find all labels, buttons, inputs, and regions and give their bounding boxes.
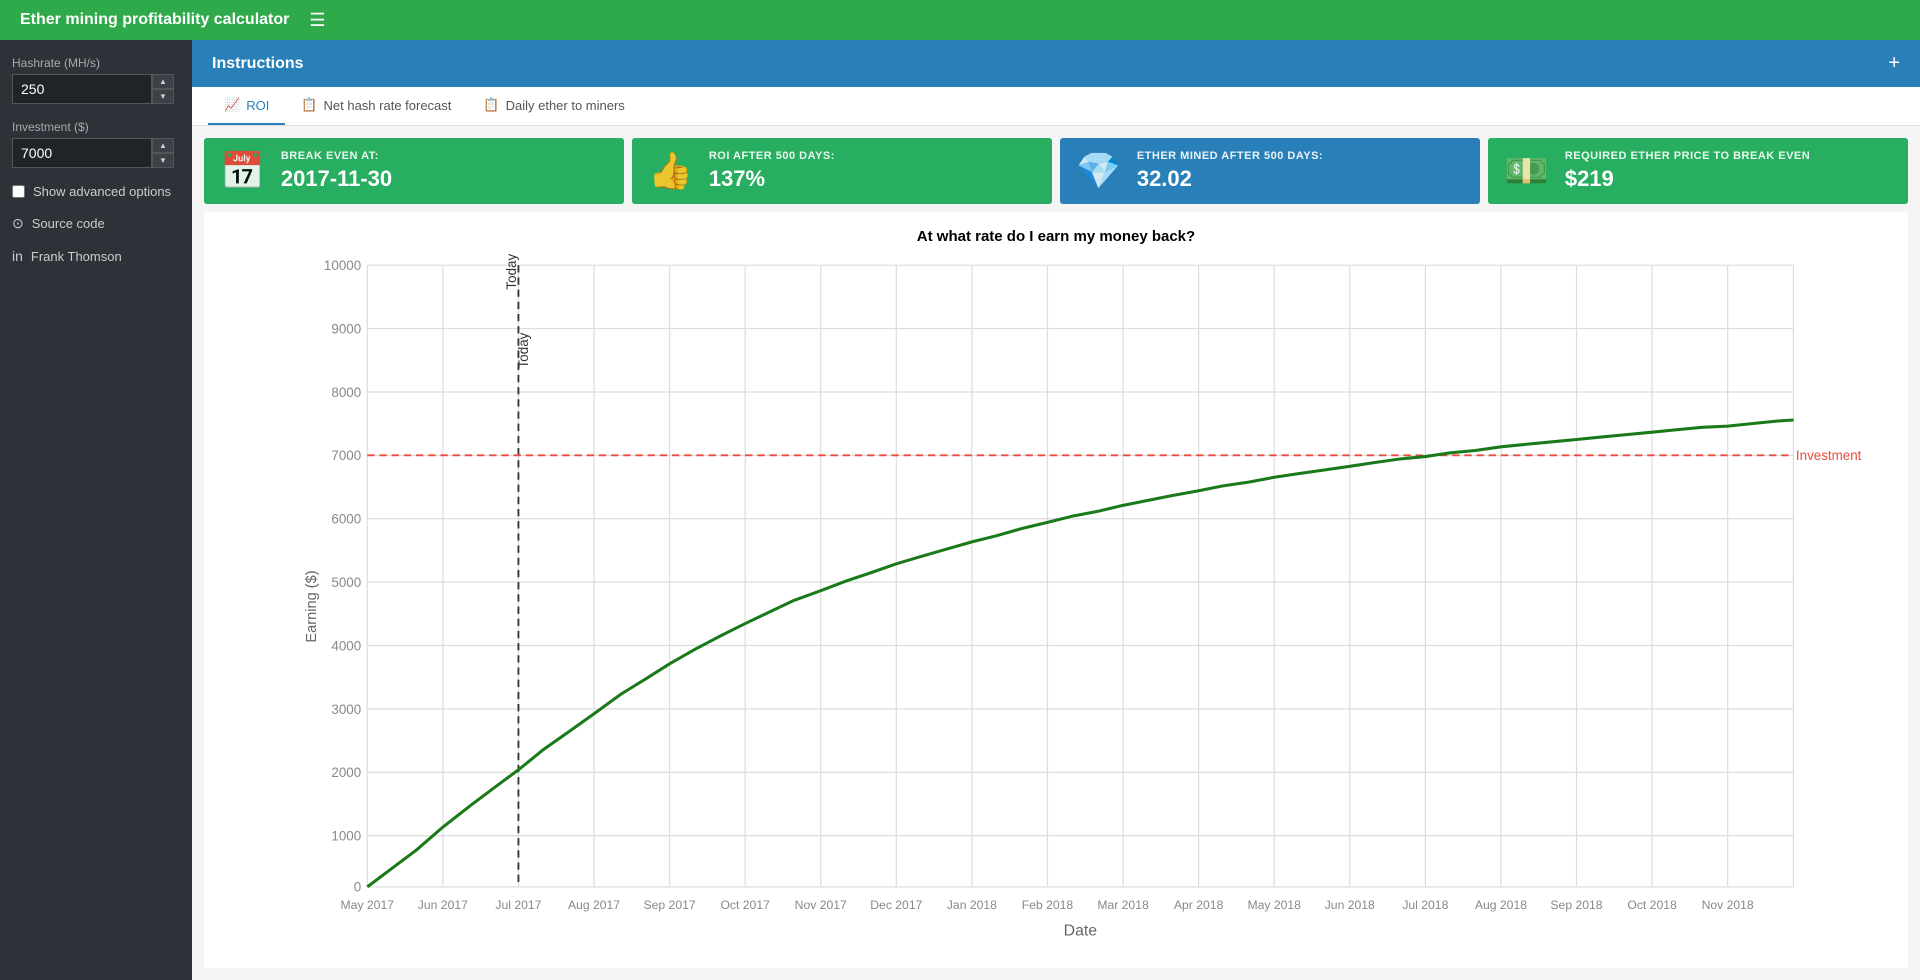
stat-cards: 📅 BREAK EVEN AT: 2017-11-30 👍 ROI AFTER … (192, 126, 1920, 212)
content-area: Instructions + 📈 ROI 📋 Net hash rate for… (192, 40, 1920, 980)
svg-text:Dec 2017: Dec 2017 (870, 898, 922, 912)
hashrate-input-group: ▲ ▼ (12, 74, 180, 104)
chart-title: At what rate do I earn my money back? (212, 228, 1900, 245)
svg-text:Jul 2018: Jul 2018 (1402, 898, 1448, 912)
investment-up-button[interactable]: ▲ (152, 138, 174, 153)
tab-daily[interactable]: 📋 Daily ether to miners (467, 87, 640, 125)
svg-text:Date: Date (1064, 923, 1098, 940)
break-even-value: 2017-11-30 (281, 166, 392, 192)
svg-text:7000: 7000 (331, 448, 361, 463)
sidebar: Hashrate (MH/s) ▲ ▼ Investment ($) ▲ ▼ (0, 40, 192, 980)
svg-text:5000: 5000 (331, 575, 361, 590)
required-price-value: $219 (1565, 166, 1810, 192)
svg-text:10000: 10000 (324, 258, 361, 273)
tab-net-hash[interactable]: 📋 Net hash rate forecast (285, 87, 467, 125)
thumbsup-icon: 👍 (648, 150, 693, 192)
show-advanced-row[interactable]: Show advanced options (12, 184, 180, 199)
ether-mined-label: ETHER MINED AFTER 500 DAYS: (1137, 150, 1323, 162)
svg-text:May 2018: May 2018 (1247, 898, 1301, 912)
investment-spinner: ▲ ▼ (152, 138, 174, 168)
svg-text:Jun 2018: Jun 2018 (1325, 898, 1375, 912)
hashrate-input[interactable] (12, 74, 152, 104)
source-code-link[interactable]: ⊙ Source code (12, 215, 180, 232)
required-price-label: REQUIRED ETHER PRICE TO BREAK EVEN (1565, 150, 1810, 162)
svg-text:Earning ($): Earning ($) (304, 570, 320, 642)
roi-tab-icon: 📈 (224, 97, 240, 113)
topbar: Ether mining profitability calculator ☰ (0, 0, 1920, 40)
svg-text:May 2017: May 2017 (341, 898, 395, 912)
show-advanced-label: Show advanced options (33, 184, 171, 199)
svg-text:Mar 2018: Mar 2018 (1097, 898, 1149, 912)
svg-text:Apr 2018: Apr 2018 (1174, 898, 1224, 912)
daily-tab-icon: 📋 (483, 97, 499, 113)
daily-tab-label: Daily ether to miners (506, 98, 625, 113)
investment-input-group: ▲ ▼ (12, 138, 180, 168)
svg-text:Oct 2017: Oct 2017 (720, 898, 770, 912)
money-icon: 💵 (1504, 150, 1549, 192)
investment-label: Investment ($) (12, 120, 180, 134)
roi-label: ROI AFTER 500 DAYS: (709, 150, 835, 162)
hashrate-label: Hashrate (MH/s) (12, 56, 180, 70)
instructions-bar: Instructions + (192, 40, 1920, 87)
svg-text:6000: 6000 (331, 512, 361, 527)
svg-text:Jul 2017: Jul 2017 (495, 898, 541, 912)
svg-text:1000: 1000 (331, 829, 361, 844)
chart-container: At what rate do I earn my money back? Ea… (204, 212, 1908, 968)
stat-card-break-even: 📅 BREAK EVEN AT: 2017-11-30 (204, 138, 624, 204)
svg-text:Nov 2018: Nov 2018 (1702, 898, 1754, 912)
net-hash-tab-icon: 📋 (301, 97, 317, 113)
show-advanced-checkbox[interactable] (12, 185, 25, 198)
roi-value: 137% (709, 166, 835, 192)
svg-text:Oct 2018: Oct 2018 (1627, 898, 1677, 912)
author-label: Frank Thomson (31, 249, 122, 264)
instructions-title: Instructions (212, 55, 304, 73)
svg-text:2000: 2000 (331, 765, 361, 780)
svg-text:Sep 2017: Sep 2017 (644, 898, 696, 912)
hashrate-section: Hashrate (MH/s) ▲ ▼ (12, 56, 180, 104)
svg-text:Investment: Investment (1796, 448, 1862, 463)
stat-card-required-price: 💵 REQUIRED ETHER PRICE TO BREAK EVEN $21… (1488, 138, 1908, 204)
stat-card-roi: 👍 ROI AFTER 500 DAYS: 137% (632, 138, 1052, 204)
main-layout: Hashrate (MH/s) ▲ ▼ Investment ($) ▲ ▼ (0, 40, 1920, 980)
svg-text:Sep 2018: Sep 2018 (1550, 898, 1602, 912)
investment-down-button[interactable]: ▼ (152, 153, 174, 168)
chart-wrap: Earning ($) 10000 9000 (212, 253, 1900, 960)
author-link[interactable]: in Frank Thomson (12, 248, 180, 264)
svg-text:Aug 2017: Aug 2017 (568, 898, 620, 912)
investment-input[interactable] (12, 138, 152, 168)
break-even-label: BREAK EVEN AT: (281, 150, 392, 162)
svg-text:0: 0 (354, 880, 361, 895)
svg-text:8000: 8000 (331, 385, 361, 400)
source-code-label: Source code (32, 216, 105, 231)
stat-card-ether-mined: 💎 ETHER MINED AFTER 500 DAYS: 32.02 (1060, 138, 1480, 204)
hashrate-spinner: ▲ ▼ (152, 74, 174, 104)
tab-roi[interactable]: 📈 ROI (208, 87, 285, 125)
svg-text:Aug 2018: Aug 2018 (1475, 898, 1527, 912)
net-hash-tab-label: Net hash rate forecast (324, 98, 452, 113)
svg-text:9000: 9000 (331, 321, 361, 336)
roi-tab-label: ROI (246, 98, 269, 113)
instructions-expand-button[interactable]: + (1888, 52, 1900, 75)
chart-svg: Earning ($) 10000 9000 (212, 253, 1900, 960)
svg-text:Today: Today (504, 254, 519, 290)
menu-icon[interactable]: ☰ (309, 10, 325, 31)
source-code-icon: ⊙ (12, 215, 24, 232)
svg-text:4000: 4000 (331, 638, 361, 653)
diamond-icon: 💎 (1076, 150, 1121, 192)
svg-text:3000: 3000 (331, 702, 361, 717)
ether-mined-value: 32.02 (1137, 166, 1323, 192)
linkedin-icon: in (12, 248, 23, 264)
tabs-bar: 📈 ROI 📋 Net hash rate forecast 📋 Daily e… (192, 87, 1920, 126)
svg-text:Feb 2018: Feb 2018 (1022, 898, 1074, 912)
app-title: Ether mining profitability calculator (20, 11, 289, 29)
calendar-icon: 📅 (220, 150, 265, 192)
hashrate-up-button[interactable]: ▲ (152, 74, 174, 89)
svg-text:Jan 2018: Jan 2018 (947, 898, 997, 912)
svg-text:Nov 2017: Nov 2017 (795, 898, 847, 912)
investment-section: Investment ($) ▲ ▼ (12, 120, 180, 168)
svg-text:Jun 2017: Jun 2017 (418, 898, 468, 912)
svg-text:Today: Today (516, 332, 531, 368)
hashrate-down-button[interactable]: ▼ (152, 89, 174, 104)
